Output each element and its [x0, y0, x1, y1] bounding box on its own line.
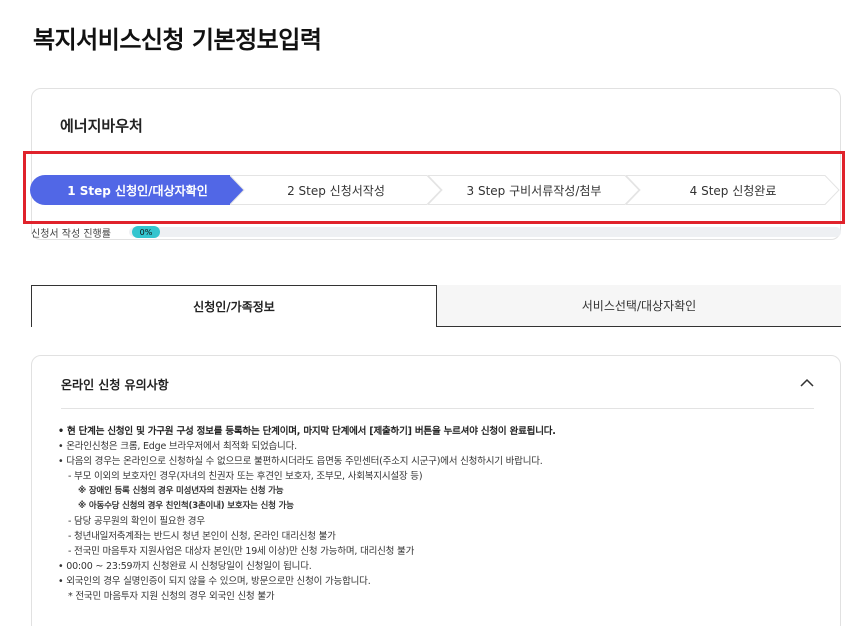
tab-applicant-family[interactable]: 신청인/가족정보	[31, 285, 437, 327]
voucher-title: 에너지바우처	[60, 117, 143, 135]
progress-label: 신청서 작성 진행률	[31, 229, 111, 240]
notice-divider	[61, 408, 814, 409]
notice-line: - 담당 공무원의 확인이 필요한 경우	[68, 516, 205, 527]
notice-line: ※ 아동수당 신청의 경우 친인척(3촌이내) 보호자는 신청 가능	[78, 501, 294, 511]
notice-card: 온라인 신청 유의사항 • 현 단계는 신청인 및 가구원 구성 정보를 등록하…	[31, 355, 841, 626]
progress-row: 신청서 작성 진행률 0%	[31, 225, 841, 240]
notice-line: - 전국민 마음투자 지원사업은 대상자 본인(만 19세 이상)만 신청 가능…	[68, 546, 415, 557]
notice-line: • 00:00 ~ 23:59까지 신청완료 시 신청당일이 신청일이 됩니다.	[58, 561, 312, 572]
notice-line: ※ 장애인 등록 신청의 경우 미성년자의 친권자는 신청 가능	[78, 486, 284, 496]
steps-highlight-box	[23, 151, 845, 224]
notice-list: • 현 단계는 신청인 및 가구원 구성 정보를 등록하는 단계이며, 마지막 …	[58, 424, 818, 604]
notice-title: 온라인 신청 유의사항	[61, 378, 169, 392]
notice-line: - 부모 이외의 보호자인 경우(자녀의 친권자 또는 후견인 보호자, 조부모…	[68, 471, 423, 482]
progress-value: 0%	[132, 226, 160, 238]
chevron-up-icon[interactable]	[800, 378, 814, 388]
notice-line: * 전국민 마음투자 지원 신청의 경우 외국인 신청 불가	[68, 591, 275, 602]
notice-line: • 외국인의 경우 실명인증이 되지 않을 수 있으며, 방문으로만 신청이 가…	[58, 576, 371, 587]
tab-service-selection[interactable]: 서비스선택/대상자확인	[437, 285, 841, 327]
info-tabs: 신청인/가족정보 서비스선택/대상자확인	[31, 285, 841, 327]
notice-line: - 청년내일저축계좌는 반드시 청년 본인이 신청, 온라인 대리신청 불가	[68, 531, 336, 542]
progress-track	[129, 227, 841, 237]
notice-line: • 온라인신청은 크롬, Edge 브라우저에서 최적화 되었습니다.	[58, 441, 297, 452]
notice-line: • 다음의 경우는 온라인으로 신청하실 수 없으므로 불편하시더라도 읍면동 …	[58, 456, 543, 467]
notice-line: • 현 단계는 신청인 및 가구원 구성 정보를 등록하는 단계이며, 마지막 …	[58, 426, 556, 437]
page-title: 복지서비스신청 기본정보입력	[33, 26, 322, 54]
